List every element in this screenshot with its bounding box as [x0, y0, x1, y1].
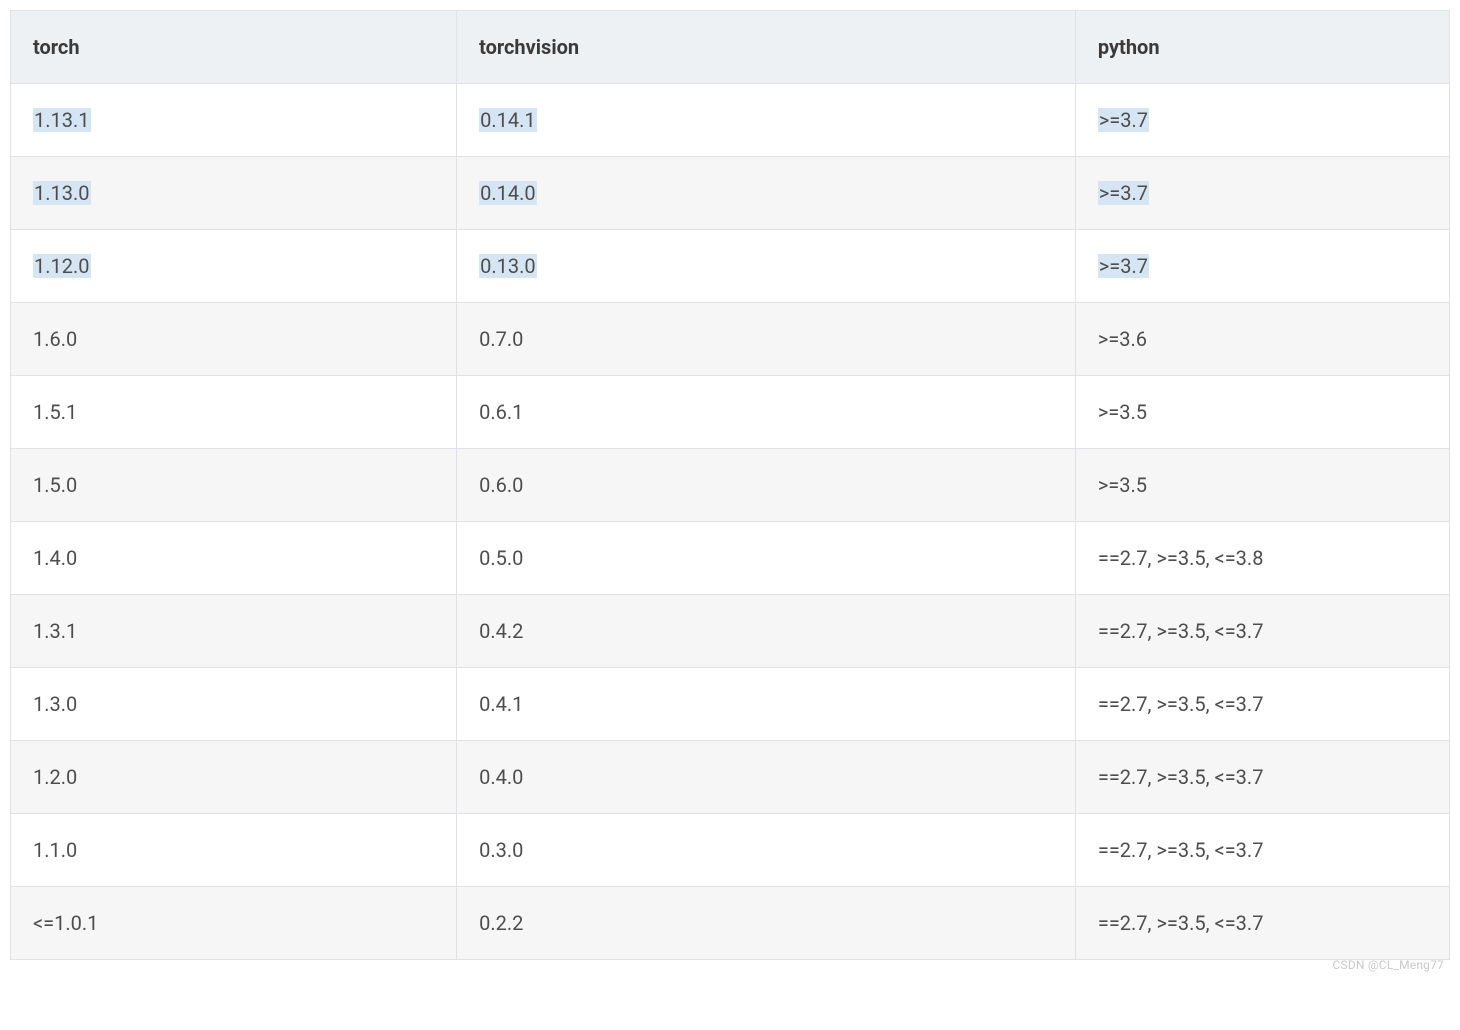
- table-body: 1.13.10.14.1>=3.71.13.00.14.0>=3.71.12.0…: [11, 84, 1450, 960]
- cell-torchvision: 0.2.2: [457, 887, 1076, 960]
- highlighted-text: 0.13.0: [479, 254, 537, 278]
- cell-python: >=3.5: [1075, 376, 1449, 449]
- cell-torch: 1.1.0: [11, 814, 457, 887]
- cell-python: >=3.7: [1075, 84, 1449, 157]
- cell-python: >=3.7: [1075, 230, 1449, 303]
- cell-python: >=3.5: [1075, 449, 1449, 522]
- cell-python: ==2.7, >=3.5, <=3.7: [1075, 741, 1449, 814]
- cell-torchvision: 0.13.0: [457, 230, 1076, 303]
- table-header-row: torch torchvision python: [11, 11, 1450, 84]
- table-row: 1.13.1 0.14.1 >=3.7: [11, 84, 1450, 157]
- col-header-torch: torch: [11, 11, 457, 84]
- cell-torch: 1.12.0: [11, 230, 457, 303]
- cell-python: >=3.7: [1075, 157, 1449, 230]
- cell-torch: 1.4.0: [11, 522, 457, 595]
- cell-python: >=3.6: [1075, 303, 1449, 376]
- cell-torch: 1.13.1: [11, 84, 457, 157]
- table-row: 1.2.00.4.0==2.7, >=3.5, <=3.7: [11, 741, 1450, 814]
- highlighted-text: 1.13.0: [33, 181, 91, 205]
- watermark: CSDN @CL_Meng77: [10, 958, 1450, 972]
- cell-torchvision: 0.6.1: [457, 376, 1076, 449]
- highlighted-text: 1.12.0: [33, 254, 91, 278]
- highlighted-text: >=3.7: [1098, 108, 1149, 132]
- cell-torch: 1.3.1: [11, 595, 457, 668]
- cell-torch: 1.6.0: [11, 303, 457, 376]
- cell-torchvision: 0.14.1: [457, 84, 1076, 157]
- cell-torchvision: 0.14.0: [457, 157, 1076, 230]
- table-row: <=1.0.10.2.2==2.7, >=3.5, <=3.7: [11, 887, 1450, 960]
- table-row: 1.13.0 0.14.0 >=3.7: [11, 157, 1450, 230]
- table-row: 1.1.00.3.0==2.7, >=3.5, <=3.7: [11, 814, 1450, 887]
- highlighted-text: 0.14.1: [479, 108, 537, 132]
- col-header-torchvision: torchvision: [457, 11, 1076, 84]
- table-row: 1.3.00.4.1==2.7, >=3.5, <=3.7: [11, 668, 1450, 741]
- cell-torch: <=1.0.1: [11, 887, 457, 960]
- highlighted-text: >=3.7: [1098, 254, 1149, 278]
- table-row: 1.5.00.6.0>=3.5: [11, 449, 1450, 522]
- cell-torch: 1.5.0: [11, 449, 457, 522]
- highlighted-text: >=3.7: [1098, 181, 1149, 205]
- cell-torchvision: 0.5.0: [457, 522, 1076, 595]
- cell-torchvision: 0.3.0: [457, 814, 1076, 887]
- cell-torchvision: 0.4.0: [457, 741, 1076, 814]
- version-compatibility-table: torch torchvision python 1.13.1 0.14.1 >=3…: [10, 10, 1450, 960]
- table-row: 1.4.00.5.0==2.7, >=3.5, <=3.8: [11, 522, 1450, 595]
- cell-torchvision: 0.4.2: [457, 595, 1076, 668]
- cell-python: ==2.7, >=3.5, <=3.7: [1075, 887, 1449, 960]
- table-row: 1.5.10.6.1>=3.5: [11, 376, 1450, 449]
- cell-torch: 1.13.0: [11, 157, 457, 230]
- table-row: 1.6.00.7.0>=3.6: [11, 303, 1450, 376]
- cell-python: ==2.7, >=3.5, <=3.7: [1075, 668, 1449, 741]
- cell-torchvision: 0.4.1: [457, 668, 1076, 741]
- table-row: 1.12.0 0.13.0 >=3.7: [11, 230, 1450, 303]
- cell-torch: 1.2.0: [11, 741, 457, 814]
- cell-torchvision: 0.6.0: [457, 449, 1076, 522]
- cell-python: ==2.7, >=3.5, <=3.8: [1075, 522, 1449, 595]
- cell-python: ==2.7, >=3.5, <=3.7: [1075, 814, 1449, 887]
- cell-python: ==2.7, >=3.5, <=3.7: [1075, 595, 1449, 668]
- cell-torchvision: 0.7.0: [457, 303, 1076, 376]
- cell-torch: 1.5.1: [11, 376, 457, 449]
- highlighted-text: 0.14.0: [479, 181, 537, 205]
- cell-torch: 1.3.0: [11, 668, 457, 741]
- highlighted-text: 1.13.1: [33, 108, 91, 132]
- col-header-python: python: [1075, 11, 1449, 84]
- table-row: 1.3.10.4.2==2.7, >=3.5, <=3.7: [11, 595, 1450, 668]
